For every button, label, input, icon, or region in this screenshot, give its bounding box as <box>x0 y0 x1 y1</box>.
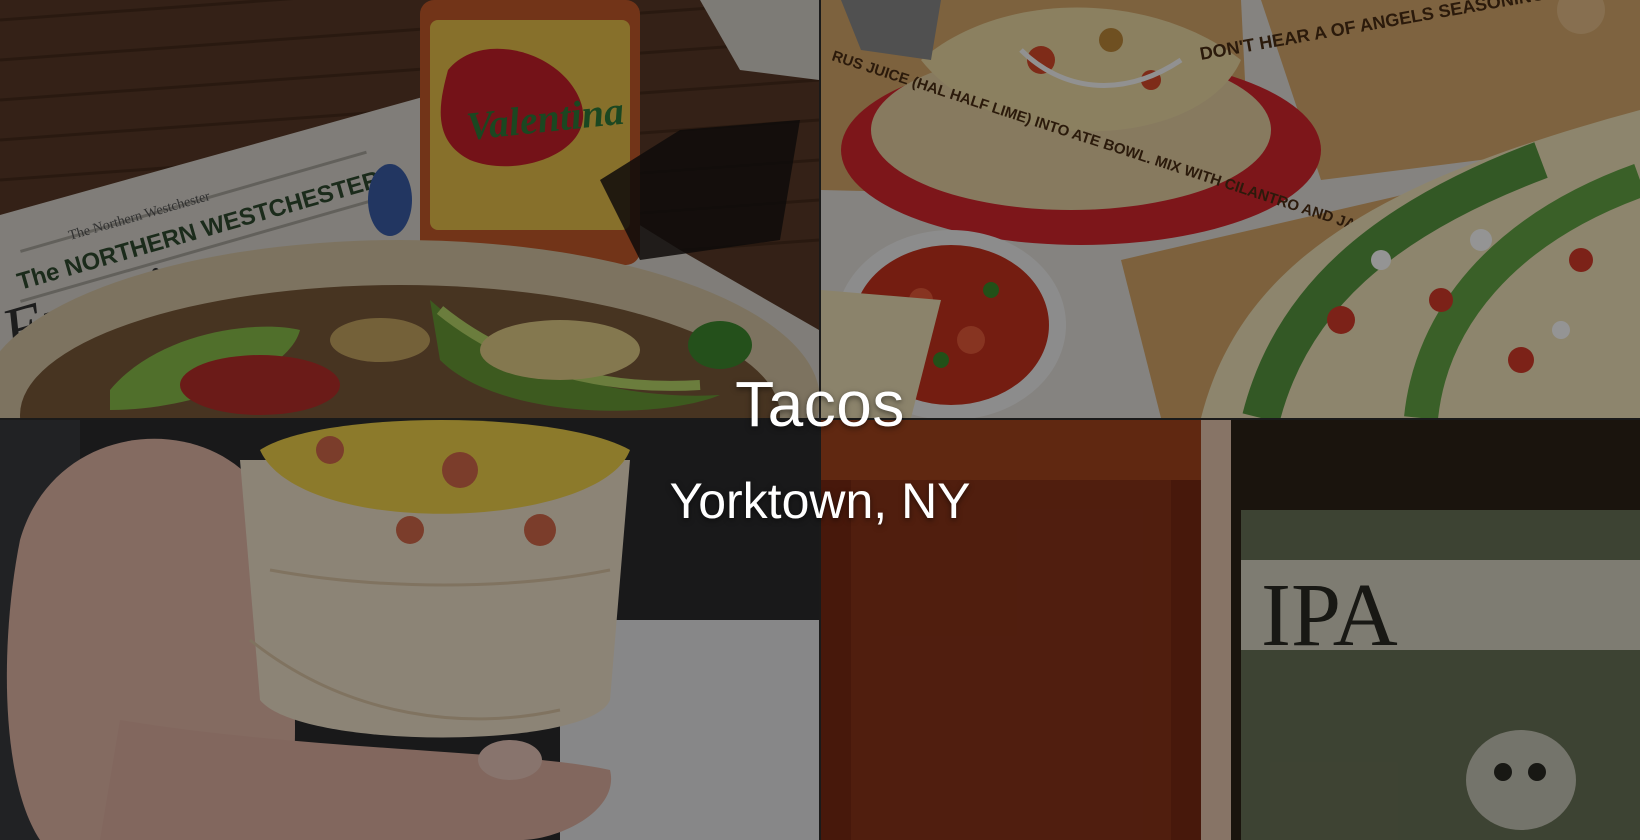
hero-banner: The Northern Westchester The NORTHERN WE… <box>0 0 1640 840</box>
location-subtitle: Yorktown, NY <box>669 473 971 529</box>
page-title: Tacos <box>735 368 905 440</box>
